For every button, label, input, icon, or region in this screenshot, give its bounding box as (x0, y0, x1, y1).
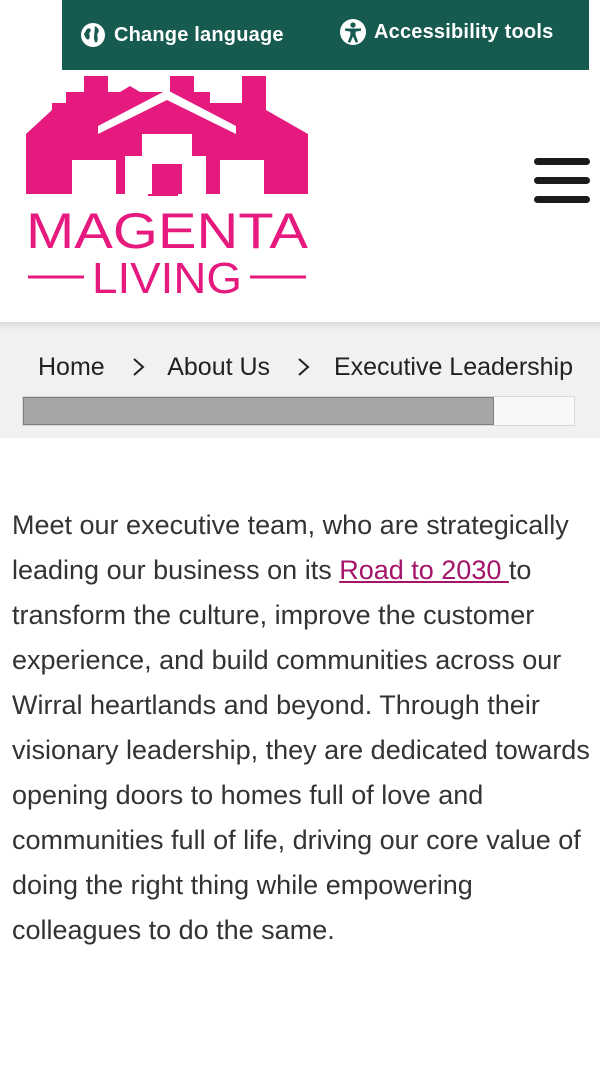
hamburger-menu-icon[interactable] (534, 158, 590, 210)
header-divider (0, 322, 600, 330)
change-language-button[interactable]: Change language (79, 21, 284, 49)
breadcrumb-about-link[interactable]: About Us (167, 353, 270, 381)
breadcrumb-bar: Home About Us Executive Leadership (0, 330, 600, 438)
menu-bar (534, 158, 590, 165)
breadcrumb-scrollbar[interactable] (22, 396, 575, 426)
road-to-2030-link[interactable]: Road to 2030 (339, 555, 509, 585)
chevron-right-icon (132, 358, 145, 377)
house-icon (26, 76, 308, 196)
breadcrumb: Home About Us Executive Leadership (38, 353, 600, 387)
breadcrumb-current: Executive Leadership (333, 353, 574, 381)
globe-icon (81, 23, 105, 47)
magenta-living-logo[interactable]: MAGENTA LIVING (24, 76, 310, 298)
menu-bar (534, 177, 590, 184)
menu-bar (534, 196, 590, 203)
chevron-right-icon (298, 358, 310, 377)
accessibility-tools-button[interactable]: Accessibility tools (339, 18, 553, 46)
logo-text-magenta: MAGENTA (26, 203, 309, 259)
breadcrumb-home-link[interactable]: Home (38, 353, 105, 381)
accessibility-tools-label: Accessibility tools (374, 20, 554, 43)
utility-bar: Change language Accessibility tools (62, 0, 589, 70)
logo-text-living: LIVING (92, 254, 242, 298)
scrollbar-thumb[interactable] (23, 397, 495, 425)
intro-text-end: to transform the culture, improve the cu… (12, 555, 590, 945)
change-language-label: Change language (114, 23, 284, 46)
accessibility-person-icon (340, 19, 366, 45)
intro-paragraph: Meet our executive team, who are strateg… (12, 503, 592, 953)
